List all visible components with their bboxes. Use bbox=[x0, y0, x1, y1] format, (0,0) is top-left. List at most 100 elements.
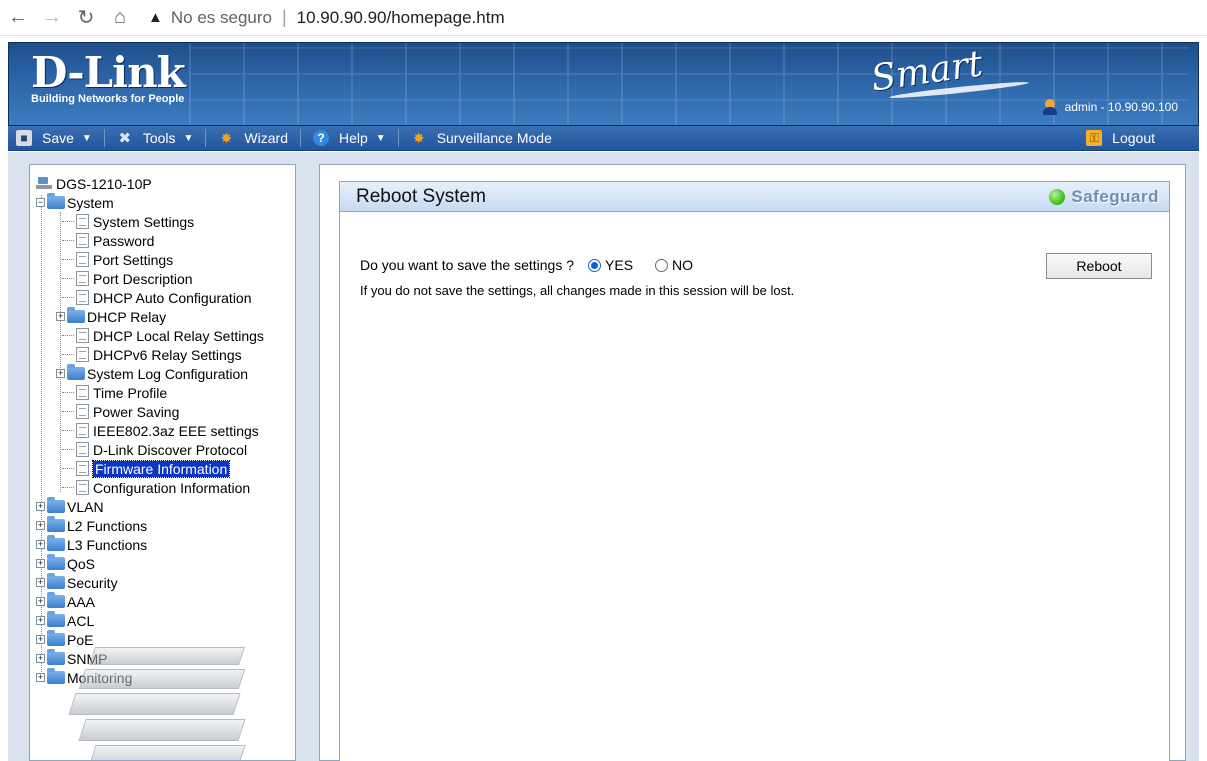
tree-item-system-settings[interactable]: System Settings bbox=[62, 212, 194, 231]
help-icon: ? bbox=[312, 130, 329, 146]
tree-folder-l3-functions[interactable]: + L3 Functions bbox=[36, 535, 147, 554]
tree-folder-l2-functions[interactable]: + L2 Functions bbox=[36, 516, 147, 535]
expand-icon[interactable]: + bbox=[36, 502, 45, 511]
user-icon bbox=[1042, 99, 1057, 115]
collapse-icon[interactable]: − bbox=[36, 198, 45, 207]
security-label: No es seguro bbox=[170, 7, 272, 27]
tree-folder-system-log-configuration[interactable]: + System Log Configuration bbox=[56, 364, 248, 383]
surveillance-mode-button[interactable]: ✸ Surveillance Mode bbox=[403, 126, 560, 151]
no-label[interactable]: NO bbox=[672, 257, 693, 273]
tree-item-label: Power Saving bbox=[93, 403, 180, 420]
save-settings-question: Do you want to save the settings ? YES N… bbox=[360, 257, 693, 273]
folder-icon bbox=[47, 592, 65, 608]
help-menu[interactable]: ? Help ▼ bbox=[305, 126, 394, 151]
tree-item-port-settings[interactable]: Port Settings bbox=[62, 250, 173, 269]
tree-item-dhcpv6-relay-settings[interactable]: DHCPv6 Relay Settings bbox=[62, 345, 242, 364]
tree-item-power-saving[interactable]: Power Saving bbox=[62, 402, 179, 421]
folder-icon bbox=[47, 497, 65, 513]
expand-icon[interactable]: + bbox=[56, 369, 65, 378]
brand-name: D-Link bbox=[31, 48, 186, 97]
tree-folder-system[interactable]: − System bbox=[36, 193, 114, 212]
expand-icon[interactable]: + bbox=[36, 578, 45, 587]
header-background-pattern bbox=[189, 43, 1189, 125]
tree-device-node[interactable]: DGS-1210-10P bbox=[36, 174, 152, 193]
reload-icon[interactable]: ↻ bbox=[74, 6, 98, 30]
page-icon bbox=[76, 233, 89, 248]
wizard-button[interactable]: ✸ Wizard bbox=[210, 126, 296, 151]
expand-icon[interactable]: + bbox=[36, 635, 45, 644]
expand-icon[interactable]: + bbox=[36, 540, 45, 549]
tree-item-time-profile[interactable]: Time Profile bbox=[62, 383, 167, 402]
no-radio[interactable] bbox=[655, 258, 669, 272]
wizard-sparkle-icon: ✸ bbox=[220, 129, 233, 146]
page-title: Reboot System bbox=[356, 185, 486, 207]
tree-item-label-selected: Firmware Information bbox=[91, 459, 231, 478]
yes-label[interactable]: YES bbox=[605, 257, 633, 273]
home-icon[interactable]: ⌂ bbox=[108, 6, 132, 30]
expand-icon[interactable]: + bbox=[36, 597, 45, 606]
page-icon bbox=[76, 385, 89, 400]
tree-device-label: DGS-1210-10P bbox=[56, 175, 152, 192]
folder-icon bbox=[47, 535, 65, 551]
expand-icon[interactable]: + bbox=[36, 673, 45, 682]
forward-arrow-icon[interactable]: → bbox=[40, 6, 64, 30]
tree-folder-label: PoE bbox=[67, 631, 94, 648]
tree-item-port-description[interactable]: Port Description bbox=[62, 269, 193, 288]
tree-folder-acl[interactable]: + ACL bbox=[36, 611, 94, 630]
main-content: Reboot System Safeguard Do you want to s… bbox=[319, 164, 1186, 761]
folder-icon bbox=[67, 307, 85, 323]
page-icon bbox=[76, 442, 89, 457]
tree-item-label: DHCP Local Relay Settings bbox=[93, 327, 264, 344]
tree-item-dlink-discover-protocol[interactable]: D-Link Discover Protocol bbox=[62, 440, 247, 459]
user-info: admin - 10.90.90.100 bbox=[1042, 99, 1178, 115]
tree-folder-security[interactable]: + Security bbox=[36, 573, 118, 592]
folder-icon bbox=[47, 611, 65, 627]
reboot-button[interactable]: Reboot bbox=[1046, 253, 1152, 279]
reboot-system-panel: Reboot System Safeguard Do you want to s… bbox=[339, 181, 1170, 761]
expand-icon[interactable]: + bbox=[36, 559, 45, 568]
back-arrow-icon[interactable]: ← bbox=[6, 6, 30, 30]
save-menu-label: Save bbox=[42, 130, 74, 146]
expand-icon[interactable]: + bbox=[36, 654, 45, 663]
page-icon bbox=[76, 423, 89, 438]
tree-item-label: DHCP Auto Configuration bbox=[93, 289, 252, 306]
tree-connector bbox=[60, 212, 61, 492]
save-settings-prompt: Do you want to save the settings ? bbox=[360, 257, 575, 273]
tree-item-configuration-information[interactable]: Configuration Information bbox=[62, 478, 250, 497]
page-icon bbox=[76, 252, 89, 267]
save-menu[interactable]: ■ Save ▼ bbox=[8, 126, 100, 151]
surveillance-sparkle-icon: ✸ bbox=[412, 129, 425, 146]
chevron-down-icon: ▼ bbox=[81, 132, 92, 144]
tree-item-password[interactable]: Password bbox=[62, 231, 154, 250]
expand-icon[interactable]: + bbox=[56, 312, 65, 321]
yes-radio[interactable] bbox=[588, 258, 602, 272]
address-separator: | bbox=[281, 7, 287, 27]
tree-item-firmware-information[interactable]: Firmware Information bbox=[62, 459, 231, 478]
tree-item-ieee8023az-eee-settings[interactable]: IEEE802.3az EEE settings bbox=[62, 421, 259, 440]
tools-menu-label: Tools bbox=[142, 130, 176, 146]
tree-folder-vlan[interactable]: + VLAN bbox=[36, 497, 104, 516]
toolbar-divider bbox=[299, 129, 301, 147]
security-indicator[interactable]: ▲ No es seguro bbox=[148, 8, 272, 28]
tree-folder-label: L2 Functions bbox=[67, 517, 148, 534]
wizard-label: Wizard bbox=[244, 130, 288, 146]
tree-folder-aaa[interactable]: + AAA bbox=[36, 592, 95, 611]
tree-item-label: Port Settings bbox=[93, 251, 174, 268]
chevron-down-icon: ▼ bbox=[183, 132, 194, 144]
tree-folder-qos[interactable]: + QoS bbox=[36, 554, 95, 573]
safeguard-label: Safeguard bbox=[1071, 186, 1159, 206]
expand-icon[interactable]: + bbox=[36, 521, 45, 530]
tools-menu[interactable]: ✖ Tools ▼ bbox=[109, 126, 202, 151]
user-info-text: admin - 10.90.90.100 bbox=[1064, 100, 1178, 114]
panel-header: Reboot System Safeguard bbox=[340, 182, 1169, 212]
address-url[interactable]: 10.90.90.90/homepage.htm bbox=[297, 8, 505, 28]
tree-folder-dhcp-relay[interactable]: + DHCP Relay bbox=[56, 307, 166, 326]
folder-open-icon bbox=[47, 193, 65, 209]
logout-button[interactable]: ⚿ Logout bbox=[1078, 126, 1163, 151]
toolbar-divider bbox=[103, 129, 105, 147]
expand-icon[interactable]: + bbox=[36, 616, 45, 625]
tree-folder-label: L3 Functions bbox=[67, 536, 148, 553]
tree-item-dhcp-local-relay-settings[interactable]: DHCP Local Relay Settings bbox=[62, 326, 264, 345]
tree-item-dhcp-auto-configuration[interactable]: DHCP Auto Configuration bbox=[62, 288, 252, 307]
folder-icon bbox=[67, 364, 85, 380]
